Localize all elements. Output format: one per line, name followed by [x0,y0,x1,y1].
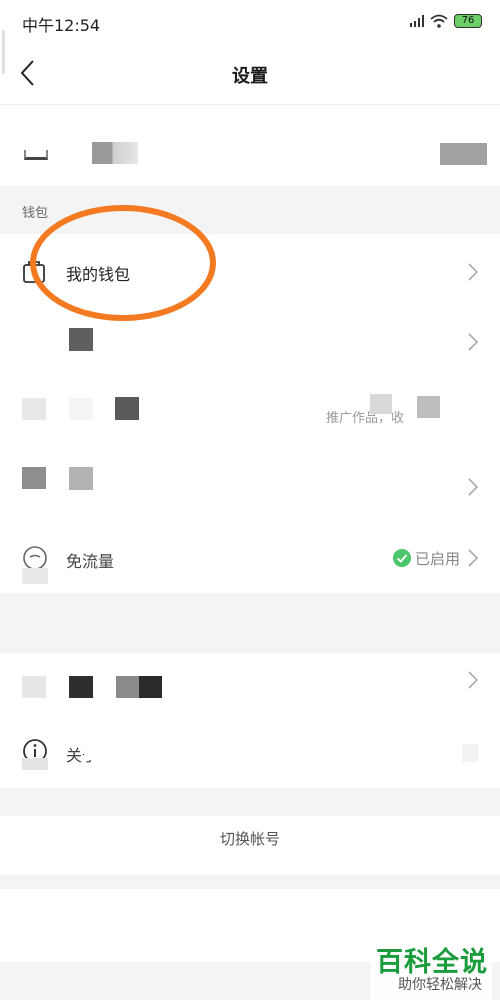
signal-icon [410,15,424,27]
redacted-block [139,676,162,698]
chevron-right-icon[interactable] [466,332,480,352]
chevron-right-icon[interactable] [466,670,480,690]
redacted-block [22,676,46,698]
free-data-status: 已启用 [415,550,461,568]
watermark-tagline: 助你轻松解决 [398,977,482,993]
chevron-right-icon[interactable] [466,477,480,497]
about-label-smear [84,746,144,760]
status-icons: 76 [410,12,482,30]
section-separator [0,788,500,816]
page-title: 设置 [232,66,268,87]
wifi-icon [430,14,448,28]
account-row[interactable] [0,118,500,186]
redacted-block [370,394,392,414]
wallet-section-label: 钱包 [22,206,49,221]
redacted-block [115,397,139,420]
redacted-block [116,676,139,698]
battery-icon: 76 [454,14,482,28]
chevron-faded [462,744,478,762]
highlight-annotation [30,205,216,321]
check-circle-icon [393,549,411,567]
account-icon [24,150,48,160]
redacted-block [22,398,46,420]
header-divider [0,104,500,105]
status-time: 中午12:54 [22,16,101,35]
bottom-band [0,875,500,889]
redacted-account-name [92,142,138,164]
about-overlay [22,758,48,770]
chevron-right-icon[interactable] [466,548,480,568]
redacted-row-icon [69,328,93,351]
section-separator [0,593,500,653]
redacted-block [69,676,93,698]
redacted-block [22,467,46,489]
free-data-overlay [22,568,48,584]
redacted-block [417,396,440,418]
switch-account-button[interactable]: 切换帐号 [0,828,500,849]
redacted-account-value [440,143,487,165]
promote-hint: 推广作品，收 [326,411,405,426]
redacted-block [69,467,93,490]
free-data-label: 免流量 [66,552,115,571]
chevron-right-icon[interactable] [466,262,480,282]
redacted-block [69,398,93,420]
